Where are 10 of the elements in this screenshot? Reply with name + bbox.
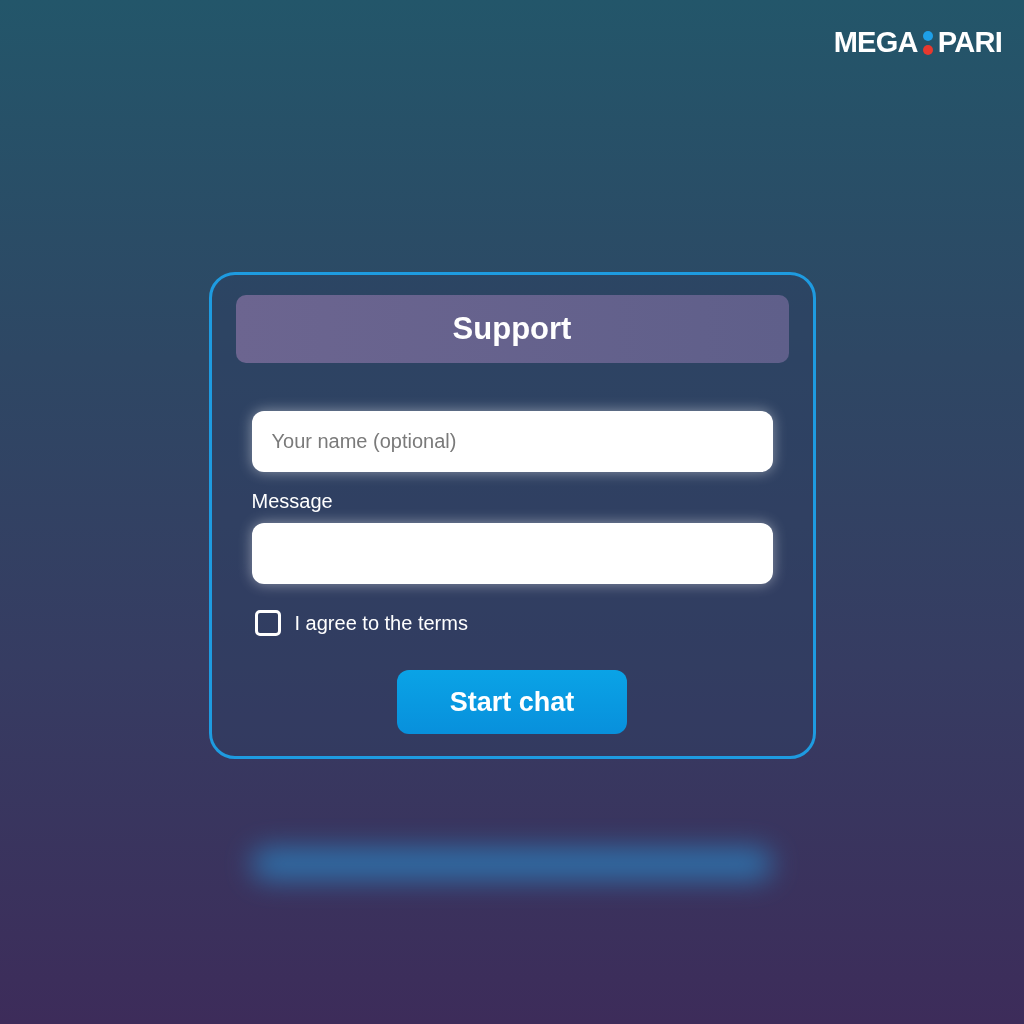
start-chat-button[interactable]: Start chat (397, 670, 627, 734)
message-field[interactable] (251, 523, 773, 584)
logo-dots-icon (921, 29, 934, 56)
logo-text: PARI (937, 28, 1002, 57)
message-label: Message (251, 489, 333, 514)
name-field[interactable]: Your name (optional) (251, 411, 773, 472)
terms-checkbox[interactable] (254, 610, 281, 636)
logo-text: MEGA (833, 28, 918, 57)
terms-label: I agree to the terms (294, 611, 468, 636)
form-title: Support (452, 309, 572, 348)
